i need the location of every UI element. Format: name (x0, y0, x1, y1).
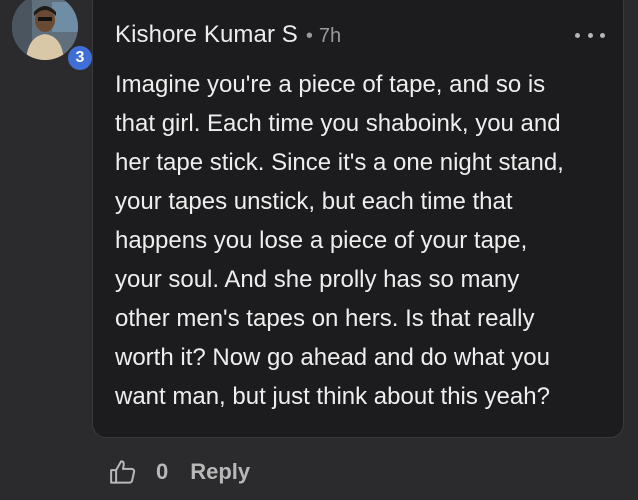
like-count: 0 (156, 459, 169, 484)
comment-line: her tape stick. Since it's a one night s… (115, 149, 564, 176)
level-badge: 3 (66, 44, 94, 72)
more-options-icon[interactable] (575, 25, 605, 45)
separator-dot: • (305, 25, 313, 47)
author-name[interactable]: Kishore Kumar S (115, 21, 298, 49)
comment-line: that girl. Each time you shaboink, you a… (115, 110, 561, 137)
comment-line: your tapes unstick, but each time that (115, 188, 513, 215)
comment-line: worth it? Now go ahead and do what you (115, 344, 550, 371)
comment-line: happens you lose a piece of your tape, (115, 227, 528, 254)
thumbs-up-icon (110, 460, 136, 484)
comment-actions: 0 Reply (108, 452, 250, 492)
avatar-container[interactable]: 3 (12, 0, 94, 72)
comment-header: Kishore Kumar S • 7h (115, 21, 341, 49)
like-button[interactable]: 0 (108, 457, 168, 487)
comment-body: Imagine you're a piece of tape, and so i… (115, 65, 615, 416)
comment-bubble: Kishore Kumar S • 7h Imagine you're a pi… (92, 0, 624, 438)
comment-line: other men's tapes on hers. Is that reall… (115, 305, 535, 332)
comment-thread: 3 Kishore Kumar S • 7h Imagine you're a … (0, 0, 638, 500)
timestamp: 7h (318, 25, 342, 47)
comment-line: Imagine you're a piece of tape, and so i… (115, 71, 546, 98)
comment-line: want man, but just think about this yeah… (115, 383, 550, 410)
more-dot (575, 32, 580, 38)
reply-button[interactable]: Reply (190, 459, 250, 485)
more-dot (587, 32, 593, 38)
more-dot (600, 32, 605, 38)
comment-line: your soul. And she prolly has so many (115, 266, 520, 293)
